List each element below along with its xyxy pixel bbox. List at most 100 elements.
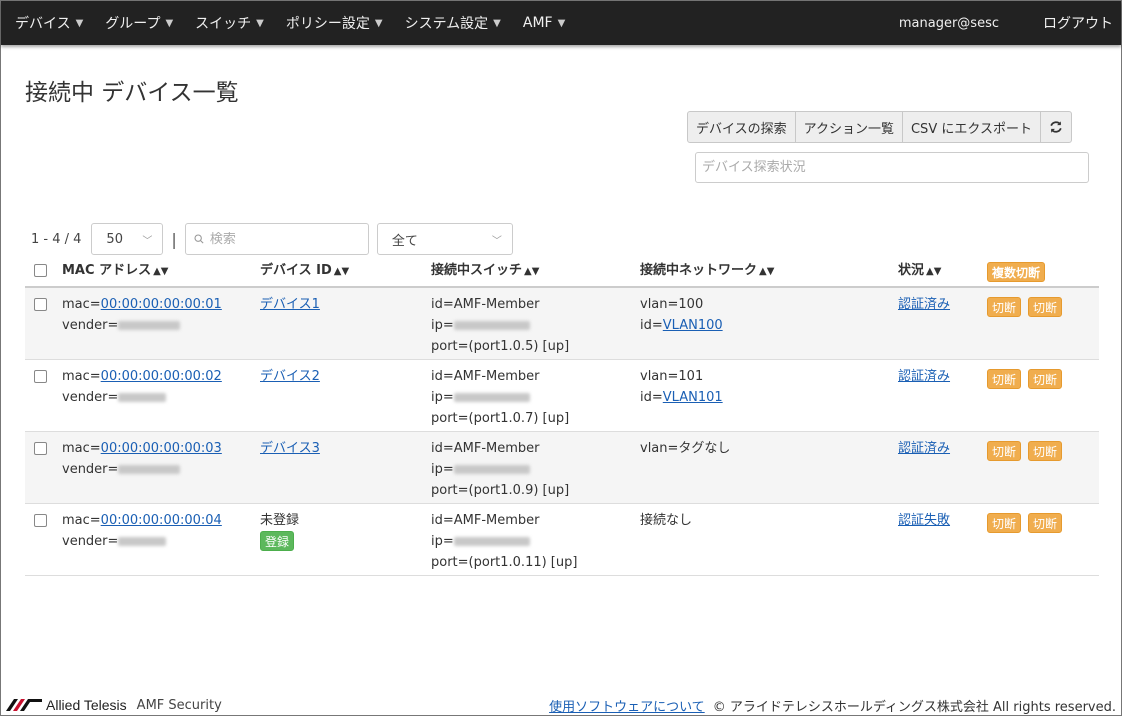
- nav-item-devices[interactable]: デバイス ▼: [7, 13, 91, 33]
- mac-prefix: mac=: [62, 297, 101, 312]
- select-all-cell: [25, 260, 62, 284]
- redacted-vender: [118, 537, 167, 546]
- disconnect-button[interactable]: 切断: [987, 369, 1022, 389]
- action-list-button[interactable]: アクション一覧: [794, 111, 903, 143]
- actions-cell: 切断 切断: [987, 438, 1099, 503]
- disconnect-button[interactable]: 切断: [987, 441, 1022, 461]
- vender-prefix: vender=: [62, 318, 119, 333]
- nav-item-groups[interactable]: グループ ▼: [97, 13, 181, 33]
- logout-link[interactable]: ログアウト: [1043, 13, 1113, 33]
- allied-telesis-logo-icon: [6, 699, 42, 711]
- vlan-link[interactable]: VLAN100: [663, 318, 723, 333]
- page-size-value: 50: [106, 231, 123, 247]
- discovery-status-field[interactable]: [695, 152, 1089, 183]
- switch-cell: id=AMF-Member ip= port=(port1.0.5) [up]: [431, 294, 640, 359]
- network-cell: 接続なし: [640, 510, 898, 575]
- vlan-id-prefix: id=: [640, 390, 663, 405]
- software-info-link[interactable]: 使用ソフトウェアについて: [549, 696, 705, 715]
- footer: Allied Telesis AMF Security 使用ソフトウェアについて…: [1, 693, 1121, 716]
- select-all-checkbox[interactable]: [34, 263, 47, 277]
- header-status[interactable]: 状況 ▲▼: [898, 261, 987, 282]
- csv-export-button[interactable]: CSV にエクスポート: [901, 111, 1041, 143]
- redacted-vender: [118, 321, 181, 330]
- nav-item-label: スイッチ: [195, 16, 252, 32]
- vlan-value: vlan=タグなし: [640, 441, 731, 456]
- nav-item-amf[interactable]: AMF ▼: [515, 15, 573, 31]
- header-device-id[interactable]: デバイス ID ▲▼: [260, 261, 431, 282]
- status-link[interactable]: 認証済み: [898, 369, 950, 384]
- switch-id: id=AMF-Member: [431, 297, 540, 312]
- filter-select[interactable]: 全て ﹀: [376, 223, 513, 255]
- allied-telesis-logo: Allied Telesis: [6, 697, 127, 713]
- page-size-select[interactable]: 50 ﹀: [91, 223, 164, 255]
- register-button[interactable]: 登録: [260, 531, 295, 551]
- redacted-ip: [453, 321, 530, 330]
- caret-down-icon: ▼: [256, 17, 264, 29]
- switch-id: id=AMF-Member: [431, 513, 540, 528]
- mac-link[interactable]: 00:00:00:00:00:01: [101, 297, 222, 312]
- switch-port: port=(port1.0.11) [up]: [431, 555, 578, 570]
- status-link[interactable]: 認証済み: [898, 297, 950, 312]
- table-header: MAC アドレス ▲▼ デバイス ID ▲▼ 接続中スイッチ ▲▼ 接続中ネットワーク…: [25, 257, 1099, 288]
- row-checkbox[interactable]: [34, 514, 47, 527]
- vlan-value: vlan=100: [640, 297, 704, 312]
- status-link[interactable]: 認証済み: [898, 441, 950, 456]
- caret-down-icon: ▼: [493, 17, 501, 29]
- mac-link[interactable]: 00:00:00:00:00:03: [101, 441, 222, 456]
- table-row: mac=00:00:00:00:00:02 vender= デバイス2 id=A…: [25, 360, 1099, 432]
- header-mac[interactable]: MAC アドレス ▲▼: [62, 261, 260, 282]
- record-count: 1 - 4 / 4: [31, 231, 82, 247]
- status-link[interactable]: 認証失敗: [898, 513, 950, 528]
- caret-down-icon: ▼: [75, 17, 84, 29]
- disconnect-button[interactable]: 切断: [1028, 513, 1063, 533]
- mac-link[interactable]: 00:00:00:00:00:04: [101, 513, 222, 528]
- copyright: © アライドテレシスホールディングス株式会社 All rights reserv…: [712, 699, 1116, 715]
- brand-name: Allied Telesis: [46, 697, 127, 713]
- nav-item-label: ポリシー設定: [285, 16, 370, 32]
- mac-link[interactable]: 00:00:00:00:00:02: [101, 369, 222, 384]
- status-cell: 認証済み: [898, 294, 987, 359]
- header-switch[interactable]: 接続中スイッチ ▲▼: [431, 261, 640, 282]
- device-link[interactable]: デバイス3: [260, 441, 320, 456]
- row-checkbox[interactable]: [34, 298, 47, 311]
- ip-prefix: ip=: [431, 534, 454, 549]
- mac-prefix: mac=: [62, 369, 101, 384]
- disconnect-button[interactable]: 切断: [987, 513, 1022, 533]
- nav-item-system[interactable]: システム設定 ▼: [397, 13, 509, 33]
- discover-devices-button[interactable]: デバイスの探索: [687, 111, 796, 143]
- search-box[interactable]: [184, 223, 369, 255]
- header-actions: 複数切断: [987, 261, 1099, 282]
- row-checkbox[interactable]: [34, 442, 47, 455]
- nav-item-policy[interactable]: ポリシー設定 ▼: [278, 13, 391, 33]
- mac-cell: mac=00:00:00:00:00:03 vender=: [62, 438, 260, 503]
- search-icon: [194, 234, 204, 244]
- ip-prefix: ip=: [431, 462, 454, 477]
- row-checkbox[interactable]: [34, 370, 47, 383]
- vlan-link[interactable]: VLAN101: [663, 390, 723, 405]
- refresh-button[interactable]: [1039, 111, 1072, 143]
- device-link[interactable]: デバイス1: [260, 297, 320, 312]
- disconnect-button[interactable]: 切断: [1028, 297, 1063, 317]
- search-input[interactable]: [209, 231, 360, 247]
- nav-item-label: グループ: [105, 16, 161, 32]
- redacted-ip: [453, 465, 530, 474]
- header-label: 状況: [898, 263, 925, 278]
- disconnect-button[interactable]: 切断: [1028, 369, 1063, 389]
- sort-icon: ▲▼: [926, 266, 942, 277]
- device-link[interactable]: デバイス2: [260, 369, 320, 384]
- status-cell: 認証済み: [898, 438, 987, 503]
- disconnect-button[interactable]: 切断: [1028, 441, 1063, 461]
- nav-item-switches[interactable]: スイッチ ▼: [187, 13, 272, 33]
- redacted-vender: [118, 465, 181, 474]
- nav-user[interactable]: manager@sesc: [899, 16, 999, 31]
- actions-cell: 切断 切断: [987, 294, 1099, 359]
- actions-cell: 切断 切断: [987, 510, 1099, 575]
- device-unregistered: 未登録: [260, 513, 300, 528]
- disconnect-button[interactable]: 切断: [987, 297, 1022, 317]
- mac-cell: mac=00:00:00:00:00:02 vender=: [62, 366, 260, 431]
- refresh-icon: [1050, 121, 1062, 133]
- header-network[interactable]: 接続中ネットワーク ▲▼: [640, 261, 898, 282]
- vlan-value: 接続なし: [640, 513, 693, 528]
- bulk-disconnect-button[interactable]: 複数切断: [987, 261, 1046, 282]
- nav-item-label: システム設定: [404, 16, 489, 32]
